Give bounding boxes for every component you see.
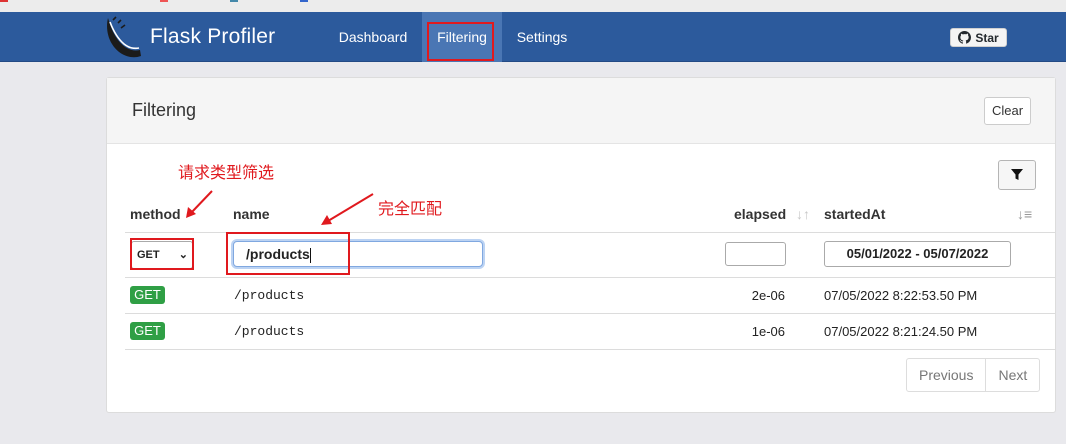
elapsed-filter-input[interactable] bbox=[725, 242, 786, 266]
bookmark-tick bbox=[0, 0, 8, 2]
nav-dashboard[interactable]: Dashboard bbox=[330, 12, 416, 62]
browser-bookmark-strip bbox=[0, 0, 1066, 12]
annotation-box-filtering-tab bbox=[427, 22, 494, 61]
row-divider bbox=[125, 313, 1055, 314]
column-header-name[interactable]: name bbox=[233, 206, 270, 222]
brand[interactable]: Flask Profiler bbox=[104, 12, 275, 62]
clear-button[interactable]: Clear bbox=[984, 97, 1031, 125]
star-label: Star bbox=[975, 30, 999, 45]
row-divider bbox=[125, 349, 1055, 350]
row-divider bbox=[125, 277, 1055, 278]
previous-page-button[interactable]: Previous bbox=[907, 359, 987, 391]
sort-both-icon: ↓↑ bbox=[796, 206, 811, 222]
method-badge: GET bbox=[130, 322, 165, 340]
bookmark-tick bbox=[300, 0, 308, 2]
annotation-method-note: 请求类型筛选 bbox=[178, 165, 275, 182]
panel-header: Filtering Clear bbox=[107, 78, 1055, 144]
filter-button[interactable] bbox=[998, 160, 1036, 190]
column-header-method[interactable]: method bbox=[130, 206, 181, 222]
next-page-button[interactable]: Next bbox=[986, 359, 1039, 391]
annotation-name-note: 完全匹配 bbox=[378, 201, 443, 218]
row-started-at: 07/05/2022 8:21:24.50 PM bbox=[824, 324, 978, 339]
annotation-box-name bbox=[226, 232, 350, 275]
top-navbar: Flask Profiler Dashboard Filtering Setti… bbox=[0, 12, 1066, 62]
row-name: /products bbox=[234, 288, 305, 303]
row-elapsed: 2e-06 bbox=[751, 288, 785, 303]
row-started-at: 07/05/2022 8:22:53.50 PM bbox=[824, 288, 978, 303]
method-badge: GET bbox=[130, 286, 165, 304]
sort-desc-icon[interactable]: ↓≡ bbox=[1017, 206, 1032, 222]
funnel-icon bbox=[1011, 169, 1023, 180]
github-star-button[interactable]: Star bbox=[950, 28, 1007, 47]
bookmark-tick bbox=[160, 0, 168, 2]
row-elapsed: 1e-06 bbox=[751, 324, 785, 339]
flask-horn-logo-icon bbox=[107, 16, 141, 58]
bookmark-tick bbox=[230, 0, 238, 2]
github-icon bbox=[958, 31, 972, 44]
annotation-box-method bbox=[130, 238, 194, 270]
column-header-startedat[interactable]: startedAt bbox=[824, 206, 885, 222]
row-name: /products bbox=[234, 324, 305, 339]
date-range-filter-input[interactable]: 05/01/2022 - 05/07/2022 bbox=[824, 241, 1011, 267]
nav-settings[interactable]: Settings bbox=[506, 12, 578, 62]
elapsed-header-label: elapsed bbox=[734, 206, 787, 222]
panel-title: Filtering bbox=[132, 100, 197, 120]
brand-title: Flask Profiler bbox=[150, 25, 276, 48]
pagination: Previous Next bbox=[906, 358, 1041, 392]
column-header-elapsed[interactable]: elapsed ↓↑ bbox=[734, 206, 810, 222]
